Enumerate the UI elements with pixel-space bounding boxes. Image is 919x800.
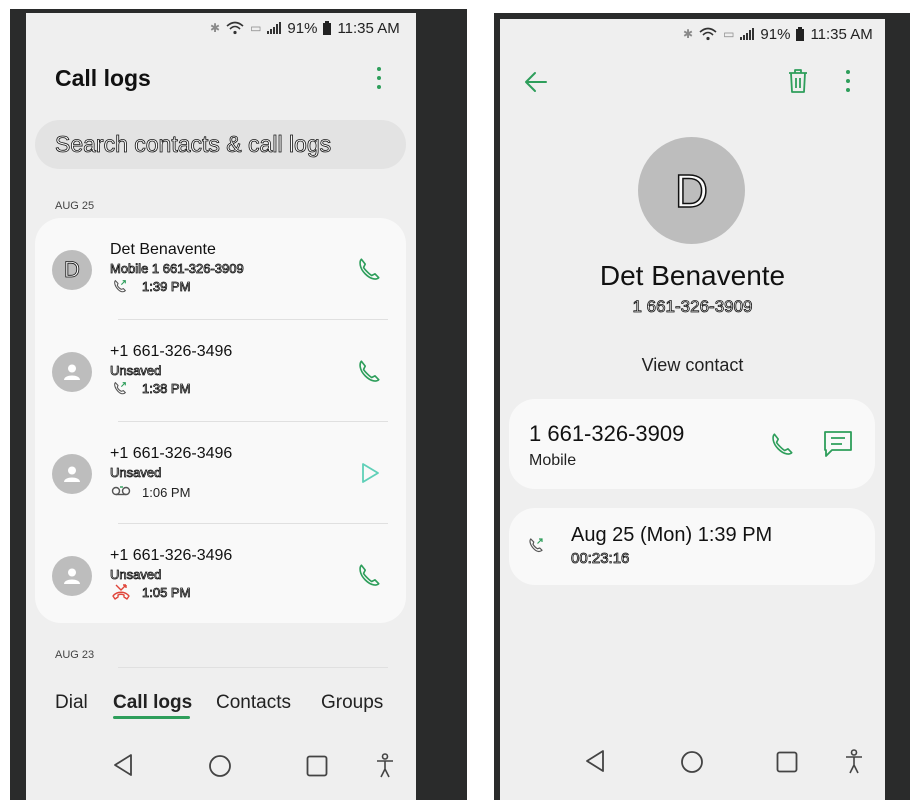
tab-groups[interactable]: Groups <box>321 692 383 714</box>
clock: 11:35 AM <box>337 19 400 37</box>
contact-subtitle: Unsaved <box>110 567 162 583</box>
clock: 11:35 AM <box>810 25 873 43</box>
accessibility-icon[interactable] <box>844 749 864 775</box>
battery-icon <box>796 27 805 41</box>
contact-name: +1 661-326-3496 <box>110 343 233 360</box>
phone-label: Mobile <box>529 452 577 469</box>
message-icon[interactable] <box>823 430 853 458</box>
divider <box>118 667 388 668</box>
recents-nav-icon[interactable] <box>776 751 798 773</box>
call-time: 1:39 PM <box>142 279 191 295</box>
contact-subtitle: Unsaved <box>110 465 162 481</box>
status-bar: ✱ ▭ 91% 11:35 AM <box>210 19 400 37</box>
wifi-icon <box>699 27 717 41</box>
date-header-aug-25: AUG 25 <box>55 200 95 212</box>
back-nav-icon[interactable] <box>584 749 606 773</box>
avatar: D <box>52 250 92 290</box>
search-placeholder: Search contacts & call logs <box>55 131 332 158</box>
outgoing-call-icon <box>529 538 543 553</box>
view-contact-link[interactable]: View contact <box>500 355 885 376</box>
call-log-entry[interactable]: +1 661-326-3496 Unsaved 1:38 PM <box>35 320 406 422</box>
person-icon <box>64 466 80 482</box>
phone-number: 1 661-326-3909 <box>529 421 685 446</box>
call-logs-screen: ✱ ▭ 91% 11:35 AM Call logs Search contac… <box>26 13 416 800</box>
tab-call-logs[interactable]: Call logs <box>113 692 192 714</box>
call-log-entry[interactable]: +1 661-326-3496 Unsaved 1:05 PM <box>35 524 406 623</box>
battery-percent: 91% <box>760 25 791 43</box>
signal-icon <box>740 28 755 40</box>
trash-icon[interactable] <box>787 68 809 94</box>
date-header-aug-23: AUG 23 <box>55 649 95 661</box>
outgoing-call-icon <box>114 279 127 293</box>
call-history-card[interactable]: Aug 25 (Mon) 1:39 PM 00:23:16 <box>509 508 875 585</box>
outgoing-call-icon <box>114 381 127 395</box>
battery-icon <box>323 21 332 35</box>
bluetooth-icon: ✱ <box>210 21 221 35</box>
back-arrow-icon[interactable] <box>524 71 548 93</box>
phone-icon[interactable] <box>356 256 382 282</box>
person-icon <box>64 364 80 380</box>
avatar <box>52 352 92 392</box>
contact-name: Det Benavente <box>110 241 216 258</box>
phone-icon[interactable] <box>356 562 382 588</box>
call-time: 1:05 PM <box>142 585 191 601</box>
contact-name: +1 661-326-3496 <box>110 445 233 462</box>
call-log-entry[interactable]: +1 661-326-3496 Unsaved 1:06 PM <box>35 422 406 524</box>
contact-subtitle: Mobile 1 661-326-3909 <box>110 261 245 277</box>
more-options-icon[interactable] <box>844 69 852 93</box>
phone-icon[interactable] <box>356 358 382 384</box>
lte-icon: ▭ <box>723 27 735 41</box>
tab-contacts[interactable]: Contacts <box>216 692 291 714</box>
contact-subtitle: Unsaved <box>110 363 162 379</box>
call-time: 1:38 PM <box>142 381 191 397</box>
home-nav-icon[interactable] <box>680 750 704 774</box>
contact-name: Det Benavente <box>599 260 786 291</box>
search-bar[interactable]: Search contacts & call logs <box>35 120 406 169</box>
wifi-icon <box>226 21 244 35</box>
lte-icon: ▭ <box>250 21 262 35</box>
accessibility-icon[interactable] <box>375 753 395 779</box>
home-nav-icon[interactable] <box>208 754 232 778</box>
bluetooth-icon: ✱ <box>683 27 694 41</box>
avatar <box>52 556 92 596</box>
phone-icon[interactable] <box>769 431 795 457</box>
recents-nav-icon[interactable] <box>306 755 328 777</box>
voicemail-icon <box>111 486 131 496</box>
person-icon <box>64 568 80 584</box>
page-title: Call logs <box>55 65 151 91</box>
tab-dial[interactable]: Dial <box>55 692 88 714</box>
call-datetime: Aug 25 (Mon) 1:39 PM <box>571 524 773 546</box>
active-tab-indicator <box>113 716 190 719</box>
status-bar: ✱ ▭ 91% 11:35 AM <box>683 25 873 43</box>
phone-number-card[interactable]: 1 661-326-3909 Mobile <box>509 399 875 489</box>
battery-percent: 91% <box>287 19 318 37</box>
missed-call-icon <box>112 584 130 600</box>
avatar <box>52 454 92 494</box>
signal-icon <box>267 22 282 34</box>
contact-number: 1 661-326-3909 <box>632 297 753 317</box>
call-duration: 00:23:16 <box>571 550 630 568</box>
play-icon[interactable] <box>360 462 380 484</box>
contact-name: +1 661-326-3496 <box>110 547 233 564</box>
back-nav-icon[interactable] <box>112 753 134 777</box>
call-log-entry[interactable]: D Det Benavente Mobile 1 661-326-3909 1:… <box>35 218 406 320</box>
call-detail-screen: ✱ ▭ 91% 11:35 AM D Det Benavente 1 661-3… <box>500 19 885 800</box>
contact-avatar: D <box>638 137 745 244</box>
more-options-icon[interactable] <box>375 66 383 90</box>
call-time: 1:06 PM <box>142 485 191 500</box>
